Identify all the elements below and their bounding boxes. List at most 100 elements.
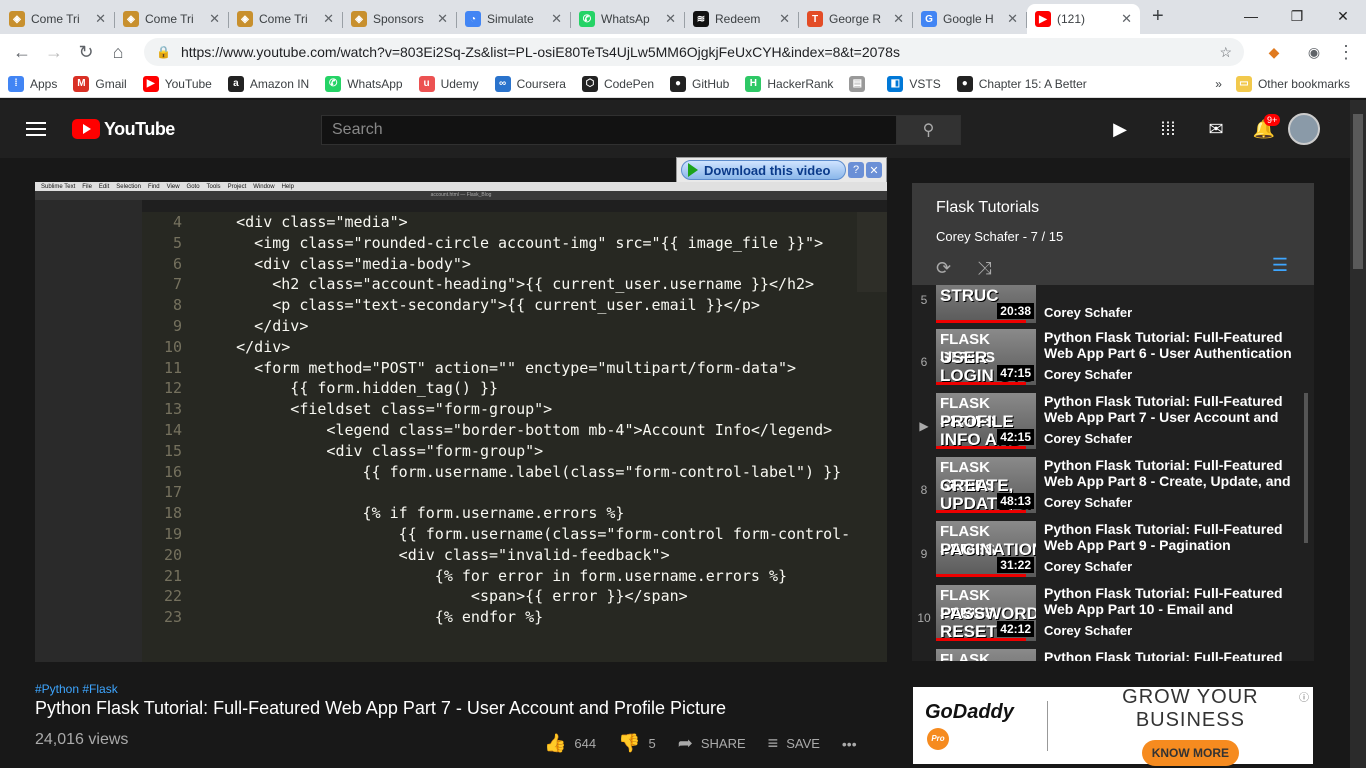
shuffle-icon[interactable]: ⤨ bbox=[977, 258, 991, 279]
profile-icon[interactable]: ◉ bbox=[1298, 36, 1330, 68]
bookmark-item[interactable]: ▶ YouTube bbox=[142, 75, 212, 92]
bookmark-label: VSTS bbox=[909, 76, 941, 91]
notifications-bell-icon[interactable]: 🔔 9+ bbox=[1240, 112, 1288, 146]
other-bookmarks[interactable]: ▭ Other bookmarks bbox=[1235, 75, 1350, 92]
bookmark-item[interactable]: ✆ WhatsApp bbox=[325, 75, 403, 92]
browser-tab[interactable]: ◈ Come Tri ✕ bbox=[229, 4, 343, 34]
bookmark-item[interactable]: ⁞ Apps bbox=[8, 75, 57, 92]
playlist-item[interactable]: 6 FLASK SERIES USER LOGIN SYS 47:15 Pyth… bbox=[912, 329, 1304, 393]
tab-favicon-icon: G bbox=[921, 11, 937, 27]
tab-close-icon[interactable]: ✕ bbox=[437, 11, 448, 27]
apps-grid-icon[interactable]: ⁞⁞⁞ bbox=[1144, 112, 1192, 146]
help-icon[interactable]: ? bbox=[848, 162, 864, 178]
bookmark-item[interactable]: M Gmail bbox=[73, 75, 127, 92]
guide-menu-icon[interactable] bbox=[26, 122, 46, 136]
youtube-logo[interactable]: YouTube bbox=[72, 119, 175, 140]
code-line: 4 <div class="media"> bbox=[142, 212, 857, 233]
bookmark-label: Amazon IN bbox=[249, 76, 310, 91]
playlist-item[interactable]: ▶ FLASK SERIES PROFILE INFO AND PI 42:15… bbox=[912, 393, 1304, 457]
bookmark-item[interactable]: ● GitHub bbox=[670, 75, 729, 92]
code-line: 15 <div class="form-group"> bbox=[142, 441, 857, 462]
playlist-item[interactable]: 5 PACKAGE STRUC 20:38 Web App Part 5 - P… bbox=[912, 285, 1304, 331]
dislike-button[interactable]: 👎 5 bbox=[618, 733, 656, 754]
tab-close-icon[interactable]: ✕ bbox=[95, 11, 106, 27]
browser-tab[interactable]: G Google H ✕ bbox=[913, 4, 1027, 34]
ad-banner[interactable]: GoDaddyPro GROW YOUR BUSINESS KNOW MORE … bbox=[913, 686, 1313, 766]
reload-icon[interactable]: ↻ bbox=[70, 36, 102, 68]
download-video-button[interactable]: Download this video bbox=[681, 160, 846, 180]
bookmark-star-icon[interactable]: ☆ bbox=[1219, 44, 1232, 61]
search-button[interactable]: ⚲ bbox=[896, 115, 961, 145]
browser-tab[interactable]: ◈ Come Tri ✕ bbox=[115, 4, 229, 34]
avatar[interactable] bbox=[1288, 113, 1320, 145]
page-scrollbar[interactable] bbox=[1350, 100, 1366, 768]
duration-badge: 47:15 bbox=[997, 365, 1034, 381]
dislike-count: 5 bbox=[648, 736, 656, 751]
create-video-icon[interactable]: ▶ bbox=[1096, 112, 1144, 146]
loop-icon[interactable]: ⟳ bbox=[936, 258, 951, 279]
browser-tab[interactable]: ◈ Come Tri ✕ bbox=[1, 4, 115, 34]
bookmark-item[interactable]: a Amazon IN bbox=[227, 75, 310, 92]
messages-icon[interactable]: ✉ bbox=[1192, 112, 1240, 146]
tab-close-icon[interactable]: ✕ bbox=[1007, 11, 1018, 27]
code-text: <p class="text-secondary">{{ current_use… bbox=[200, 296, 760, 315]
playlist-scrollbar[interactable] bbox=[1304, 393, 1308, 543]
bookmark-item[interactable]: ⬡ CodePen bbox=[581, 75, 654, 92]
code-line: 17 bbox=[142, 482, 857, 503]
home-icon[interactable]: ⌂ bbox=[102, 36, 134, 68]
playlist-title[interactable]: Flask Tutorials bbox=[936, 199, 1290, 217]
playlist-item-title: Python Flask Tutorial: Full-Featured bbox=[1044, 649, 1283, 661]
address-bar[interactable]: 🔒 https://www.youtube.com/watch?v=803Ei2… bbox=[144, 38, 1244, 66]
browser-tab[interactable]: ✆ WhatsAp ✕ bbox=[571, 4, 685, 34]
bookmark-item[interactable]: u Udemy bbox=[418, 75, 479, 92]
save-button[interactable]: ≡ SAVE bbox=[768, 733, 820, 754]
code-line: 22 <span>{{ error }}</span> bbox=[142, 586, 857, 607]
browser-tab[interactable]: ◈ Sponsors ✕ bbox=[343, 4, 457, 34]
bookmark-item[interactable]: ▤ bbox=[849, 75, 871, 92]
bookmark-item[interactable]: H HackerRank bbox=[745, 75, 833, 92]
tab-close-icon[interactable]: ✕ bbox=[779, 11, 790, 27]
tab-close-icon[interactable]: ✕ bbox=[665, 11, 676, 27]
playlist-item[interactable]: 8 FLASK SERIES CREATE, UPDATE, & DELETE … bbox=[912, 457, 1304, 521]
ad-cta-button[interactable]: KNOW MORE bbox=[1141, 739, 1240, 766]
ad-info-icon[interactable]: ⓘ bbox=[1299, 689, 1309, 704]
browser-tab[interactable]: T George R ✕ bbox=[799, 4, 913, 34]
bookmark-item[interactable]: ∞ Coursera bbox=[494, 75, 566, 92]
browser-tab[interactable]: ≋ Redeem ✕ bbox=[685, 4, 799, 34]
video-hashtags[interactable]: #Python #Flask bbox=[35, 682, 118, 696]
close-icon[interactable]: ✕ bbox=[866, 162, 882, 178]
video-player[interactable]: Sublime Text File Edit Selection Find View Got… bbox=[35, 182, 887, 662]
bookmarks-overflow-icon[interactable]: » bbox=[1215, 77, 1222, 91]
tab-close-icon[interactable]: ✕ bbox=[893, 11, 904, 27]
like-button[interactable]: 👍 644 bbox=[544, 733, 596, 754]
share-button[interactable]: ➦ SHARE bbox=[678, 733, 746, 754]
browser-tab[interactable]: ▶ (121) ✕ bbox=[1027, 4, 1140, 34]
tab-favicon-icon: ✆ bbox=[579, 11, 595, 27]
extension-icon[interactable]: ◆ bbox=[1258, 36, 1290, 68]
playlist-item[interactable]: 10 FLASK SERIES PASSWORD RESET 42:12 Pyt… bbox=[912, 585, 1304, 649]
menu-kebab-icon[interactable]: ⋮ bbox=[1330, 36, 1362, 68]
tab-close-icon[interactable]: ✕ bbox=[323, 11, 334, 27]
bookmark-item[interactable]: ◧ VSTS bbox=[887, 75, 941, 92]
more-actions-button[interactable]: ••• bbox=[842, 736, 857, 752]
bookmark-item[interactable]: ● Chapter 15: A Better bbox=[956, 75, 1087, 92]
maximize-icon[interactable]: ❐ bbox=[1274, 0, 1320, 32]
playlist-item[interactable]: 9 FLASK SERIES PAGINATION 31:22 Python F… bbox=[912, 521, 1304, 585]
browser-tab[interactable]: ◔ Simulate ✕ bbox=[457, 4, 571, 34]
playlist-item[interactable]: FLASK SERIES Python Flask Tutorial: Full… bbox=[912, 649, 1304, 661]
tab-close-icon[interactable]: ✕ bbox=[1121, 11, 1132, 27]
tab-close-icon[interactable]: ✕ bbox=[551, 11, 562, 27]
tab-close-icon[interactable]: ✕ bbox=[209, 11, 220, 27]
line-number: 13 bbox=[163, 400, 182, 419]
new-tab-icon[interactable]: + bbox=[1152, 5, 1164, 28]
ad-brand: GoDaddy Pro bbox=[925, 701, 1035, 750]
back-icon[interactable]: ← bbox=[6, 36, 38, 68]
forward-icon[interactable]: → bbox=[38, 36, 70, 68]
save-playlist-icon[interactable]: ☰ bbox=[1272, 255, 1288, 276]
search-input[interactable]: Search bbox=[321, 115, 897, 145]
close-window-icon[interactable]: ✕ bbox=[1320, 0, 1366, 32]
minimize-icon[interactable]: — bbox=[1228, 0, 1274, 32]
tab-favicon-icon: T bbox=[807, 11, 823, 27]
tab-favicon-icon: ◈ bbox=[123, 11, 139, 27]
editor-menu-item: Project bbox=[227, 183, 247, 190]
